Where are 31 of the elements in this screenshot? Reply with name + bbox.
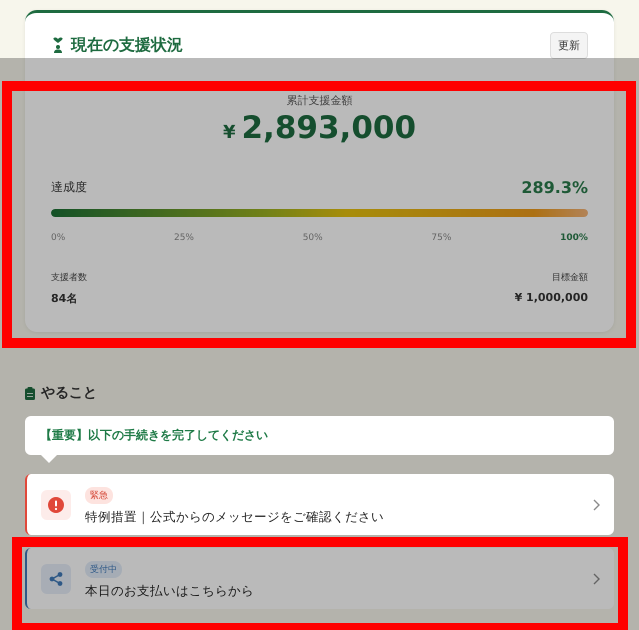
scale-label: 0% xyxy=(51,233,66,243)
supporters-label: 支援者数 xyxy=(51,272,87,284)
goal-label: 目標金額 xyxy=(551,272,588,284)
total-amount: 2,893,000 xyxy=(241,110,416,146)
person-heart-icon xyxy=(51,37,65,53)
section-title: 現在の支援状況 xyxy=(71,34,184,56)
chevron-right-icon xyxy=(593,498,600,510)
total-label: 累計支援金額 xyxy=(286,93,354,108)
task-card[interactable]: 緊急 特例措置｜公式からのメッセージをご確認ください xyxy=(25,474,614,535)
refresh-button[interactable]: 更新 xyxy=(550,32,588,58)
scale-label: 25% xyxy=(174,233,194,243)
goal-amount: ¥ 1,000,000 xyxy=(514,291,588,304)
clipboard-icon xyxy=(25,386,35,400)
task-title: 本日のお支払いはこちらから xyxy=(85,583,255,600)
share-icon xyxy=(49,572,63,586)
chevron-right-icon xyxy=(593,572,600,584)
status-badge: 緊急 xyxy=(85,487,113,504)
scale-label: 100% xyxy=(560,233,588,243)
task-card[interactable]: 受付中 本日のお支払いはこちらから xyxy=(25,548,614,609)
scale-label: 50% xyxy=(302,233,323,243)
scale-label: 75% xyxy=(431,233,452,243)
supporters-count: 84名 xyxy=(51,291,78,306)
task-title: 特例措置｜公式からのメッセージをご確認ください xyxy=(85,509,385,526)
tooltip-pointer xyxy=(41,455,57,463)
progress-value: 289.3% xyxy=(521,178,588,197)
status-badge: 受付中 xyxy=(85,561,122,578)
progress-label: 達成度 xyxy=(51,179,87,196)
alert-icon xyxy=(48,496,64,512)
tooltip: 【重要】以下の手続きを完了してください xyxy=(25,416,614,455)
currency-sign: ¥ xyxy=(222,122,236,143)
section-title: やること xyxy=(41,384,97,402)
